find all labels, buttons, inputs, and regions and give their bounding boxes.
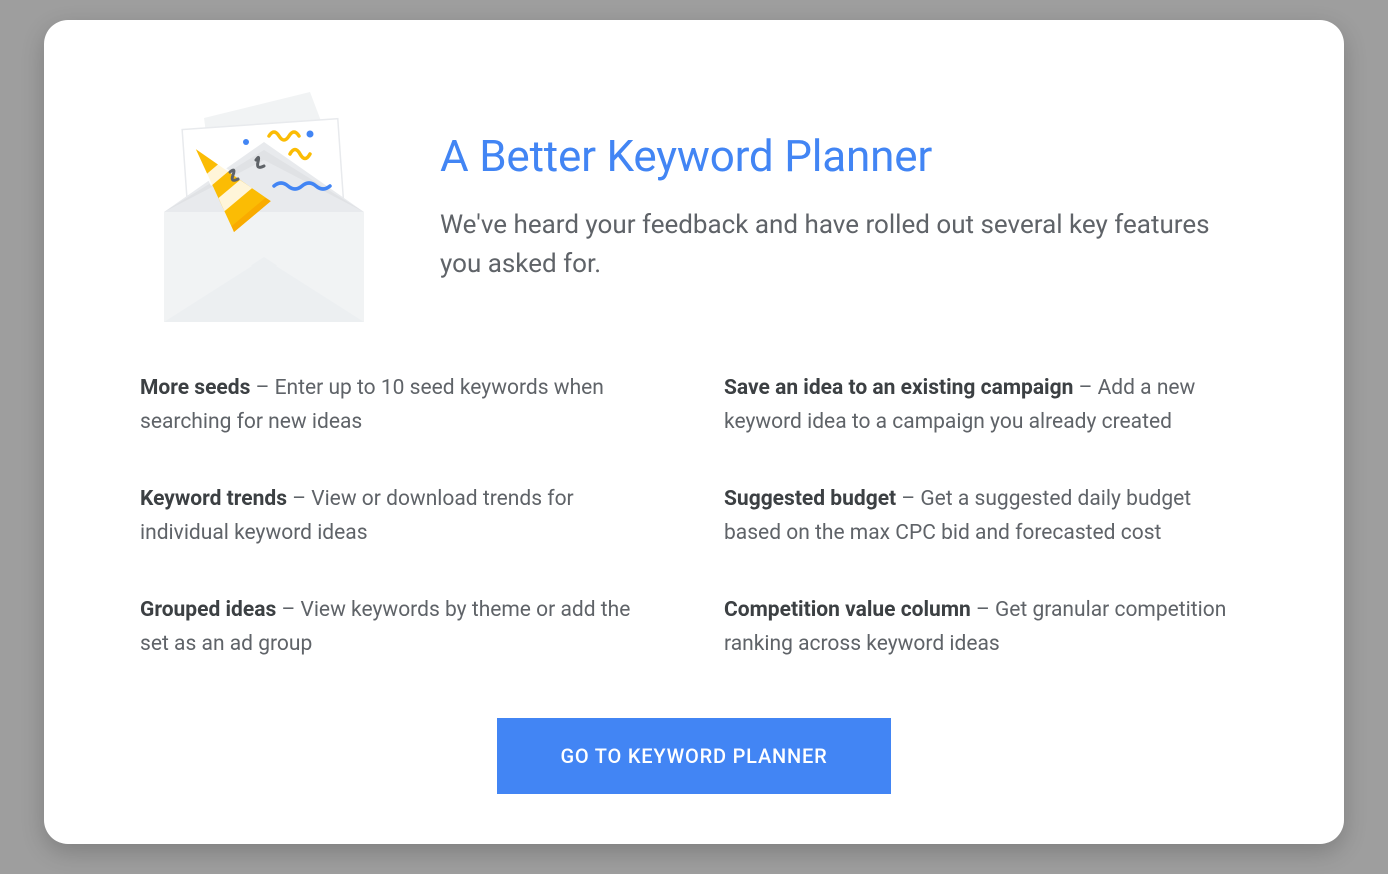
features-grid: More seeds – Enter up to 10 seed keyword…: [134, 372, 1254, 662]
announcement-subtitle: We've heard your feedback and have rolle…: [440, 206, 1254, 284]
feature-save-idea: Save an idea to an existing campaign – A…: [724, 372, 1248, 439]
feature-suggested-budget: Suggested budget – Get a suggested daily…: [724, 483, 1248, 550]
announcement-card: A Better Keyword Planner We've heard you…: [44, 20, 1344, 844]
celebration-envelope-icon: [134, 82, 384, 332]
feature-title: Suggested budget: [724, 487, 896, 511]
feature-title: More seeds: [140, 376, 250, 400]
feature-title: Competition value column: [724, 598, 971, 622]
feature-keyword-trends: Keyword trends – View or download trends…: [140, 483, 664, 550]
go-to-keyword-planner-button[interactable]: GO TO KEYWORD PLANNER: [497, 718, 892, 794]
feature-competition-column: Competition value column – Get granular …: [724, 594, 1248, 661]
hero-text: A Better Keyword Planner We've heard you…: [440, 90, 1254, 284]
hero-section: A Better Keyword Planner We've heard you…: [134, 90, 1254, 332]
feature-title: Save an idea to an existing campaign: [724, 376, 1073, 400]
announcement-title: A Better Keyword Planner: [440, 130, 1254, 182]
feature-title: Keyword trends: [140, 487, 287, 511]
feature-grouped-ideas: Grouped ideas – View keywords by theme o…: [140, 594, 664, 661]
feature-more-seeds: More seeds – Enter up to 10 seed keyword…: [140, 372, 664, 439]
cta-row: GO TO KEYWORD PLANNER: [134, 718, 1254, 794]
feature-title: Grouped ideas: [140, 598, 276, 622]
